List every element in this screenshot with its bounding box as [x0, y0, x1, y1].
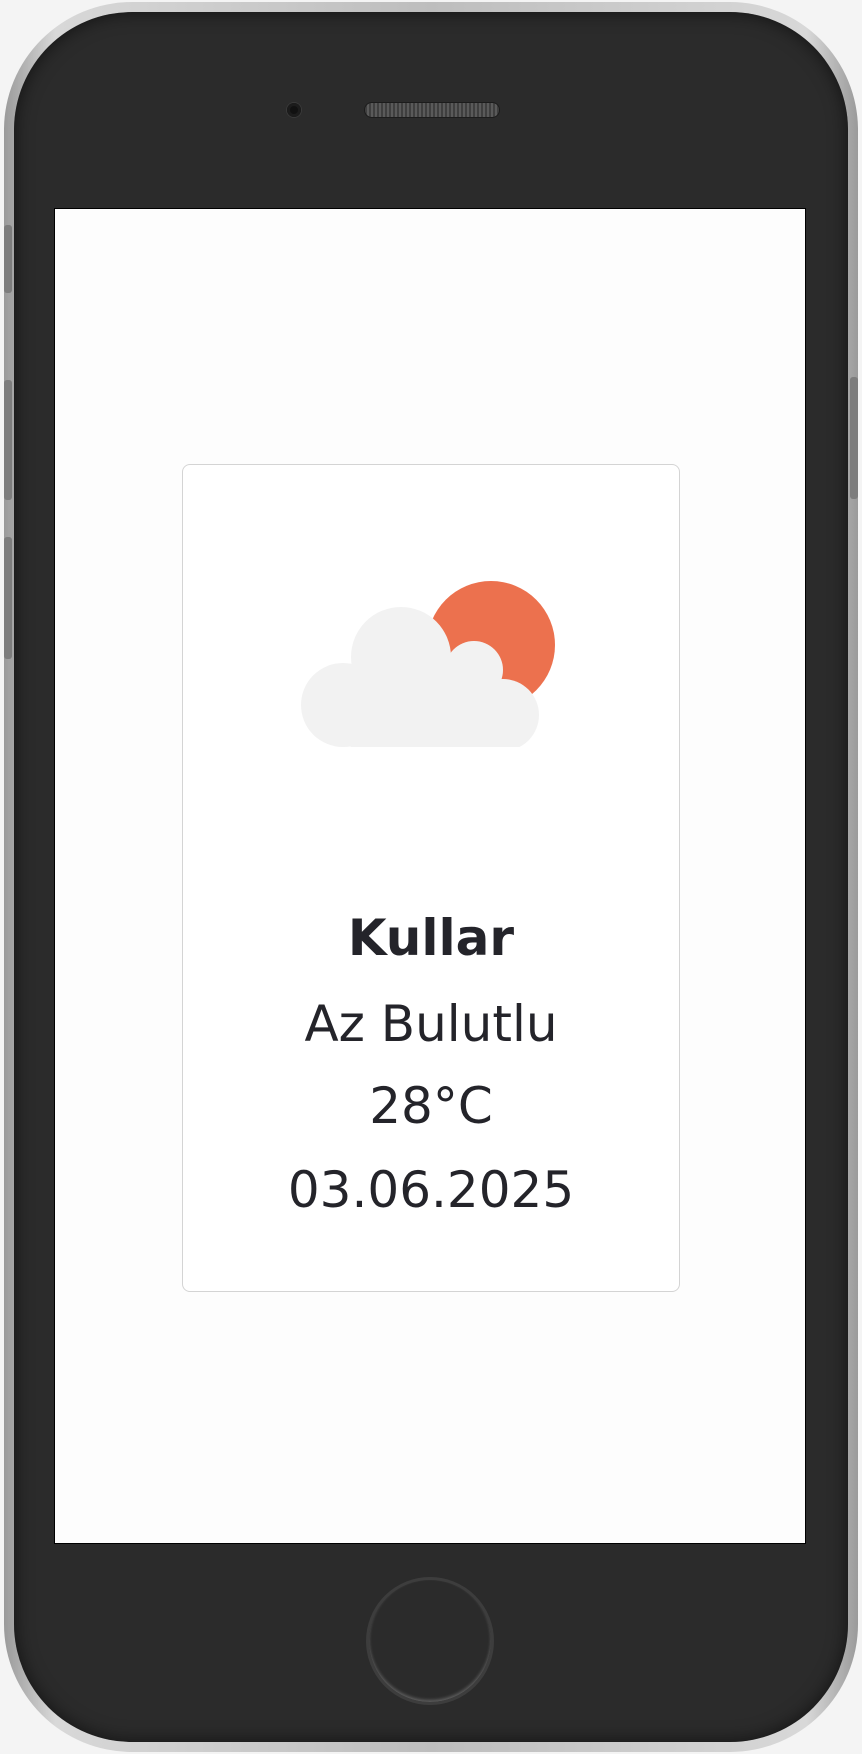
- earpiece-speaker: [365, 103, 499, 117]
- volume-up-button: [4, 380, 12, 500]
- power-button: [850, 377, 858, 499]
- temperature: 28°C: [369, 1077, 493, 1135]
- mute-switch: [4, 225, 12, 293]
- weather-card: Kullar Az Bulutlu 28°C 03.06.2025: [182, 464, 680, 1292]
- phone-screen: Kullar Az Bulutlu 28°C 03.06.2025: [54, 208, 806, 1544]
- front-camera-icon: [287, 103, 301, 117]
- date: 03.06.2025: [287, 1161, 575, 1219]
- city-name: Kullar: [347, 909, 515, 967]
- partly-cloudy-icon: [301, 581, 555, 747]
- home-button[interactable]: [366, 1577, 494, 1705]
- weather-condition: Az Bulutlu: [304, 995, 558, 1053]
- volume-down-button: [4, 537, 12, 659]
